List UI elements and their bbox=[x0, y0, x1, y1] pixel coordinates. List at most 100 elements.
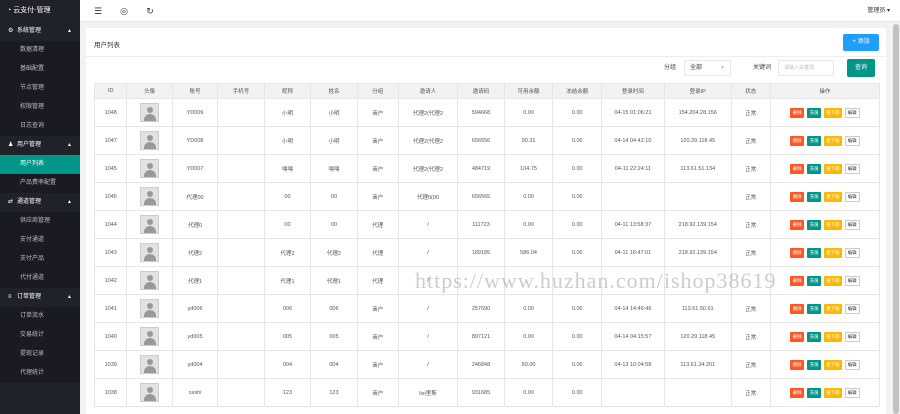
recharge-button[interactable]: 充值 bbox=[807, 163, 822, 174]
caret-up-icon: ▲ bbox=[67, 28, 72, 34]
edit-button[interactable]: 编辑 bbox=[844, 387, 860, 398]
delete-button[interactable]: 删除 bbox=[790, 219, 805, 230]
recharge-button[interactable]: 充值 bbox=[807, 331, 822, 342]
edit-button[interactable]: 编辑 bbox=[844, 135, 860, 146]
recharge-button[interactable]: 充值 bbox=[807, 387, 822, 398]
view-subordinates-button[interactable]: 查下级 bbox=[824, 275, 842, 286]
edit-button[interactable]: 编辑 bbox=[844, 219, 860, 230]
sidebar-item[interactable]: 产品费率配置 bbox=[0, 174, 80, 193]
table-row: 1048 YD009 小明 小明 商户 代理2(代理2 594668 0.00 0.00 04-1… bbox=[93, 98, 881, 127]
group-select[interactable]: 全部 ▼ bbox=[684, 60, 731, 76]
recharge-button[interactable]: 充值 bbox=[807, 275, 822, 286]
view-subordinates-button[interactable]: 查下级 bbox=[824, 331, 842, 342]
sidebar-item[interactable]: 节点管理 bbox=[0, 79, 80, 98]
nav-group-header[interactable]: ≡ 订单管理 ▲ bbox=[0, 288, 80, 307]
view-subordinates-button[interactable]: 查下级 bbox=[824, 219, 842, 230]
cell-group: 商户 bbox=[356, 154, 399, 183]
sidebar-item[interactable]: 日志查询 bbox=[0, 117, 80, 136]
recharge-button[interactable]: 充值 bbox=[807, 359, 822, 370]
delete-button[interactable]: 删除 bbox=[790, 275, 805, 286]
sidebar-item[interactable]: 订单流水 bbox=[0, 307, 80, 326]
view-subordinates-button[interactable]: 查下级 bbox=[824, 387, 842, 398]
sidebar-item[interactable]: 权限管理 bbox=[0, 98, 80, 117]
sidebar-item[interactable]: 数据清理 bbox=[0, 41, 80, 60]
cell-frozen: 0.00 bbox=[552, 294, 603, 323]
sidebar-item[interactable]: 提现记录 bbox=[0, 345, 80, 364]
avatar bbox=[140, 299, 160, 318]
cell-inviter: 代理2(代理2 bbox=[397, 126, 459, 155]
cell-group: 商户 bbox=[356, 378, 399, 407]
cell-avail: 50.00 bbox=[503, 350, 554, 379]
edit-button[interactable]: 编辑 bbox=[844, 191, 860, 202]
sidebar-item[interactable]: 用户列表 bbox=[0, 155, 80, 174]
nav-group-header[interactable]: ⚙ 系统管理 ▲ bbox=[0, 22, 80, 41]
delete-button[interactable]: 删除 bbox=[790, 191, 805, 202]
cell-nick: 代理2 bbox=[263, 238, 312, 267]
delete-button[interactable]: 删除 bbox=[790, 303, 805, 314]
keyword-label: 关键词 bbox=[753, 65, 772, 71]
delete-button[interactable]: 删除 bbox=[790, 331, 805, 342]
cell-login-time: 04-14 04:42:10 bbox=[601, 126, 665, 155]
recharge-button[interactable]: 充值 bbox=[807, 107, 822, 118]
sidebar-item[interactable]: 代付通道 bbox=[0, 269, 80, 288]
recharge-button[interactable]: 充值 bbox=[807, 303, 822, 314]
delete-button[interactable]: 删除 bbox=[790, 135, 805, 146]
delete-button[interactable]: 删除 bbox=[790, 387, 805, 398]
view-subordinates-button[interactable]: 查下级 bbox=[824, 107, 842, 118]
sidebar-item[interactable]: 交易统计 bbox=[0, 326, 80, 345]
refresh-icon[interactable]: ↻ bbox=[144, 5, 156, 17]
column-header: 状态 bbox=[730, 83, 771, 99]
sidebar-item[interactable]: 支付产品 bbox=[0, 250, 80, 269]
edit-button[interactable]: 编辑 bbox=[844, 303, 860, 314]
view-subordinates-button[interactable]: 查下级 bbox=[824, 163, 842, 174]
top-header: ☰ ◎ ↻ 管理员 ▾ bbox=[80, 0, 900, 22]
cell-nick: 005 bbox=[263, 322, 312, 351]
edit-button[interactable]: 编辑 bbox=[844, 275, 860, 286]
view-subordinates-button[interactable]: 查下级 bbox=[824, 247, 842, 258]
delete-button[interactable]: 删除 bbox=[790, 359, 805, 370]
admin-menu[interactable]: 管理员 ▾ bbox=[867, 0, 890, 22]
recharge-button[interactable]: 充值 bbox=[807, 135, 822, 146]
globe-icon[interactable]: ◎ bbox=[118, 5, 130, 17]
view-subordinates-button[interactable]: 查下级 bbox=[824, 135, 842, 146]
cell-phone bbox=[217, 378, 265, 407]
nav-group-label: 通道管理 bbox=[17, 199, 42, 205]
view-subordinates-button[interactable]: 查下级 bbox=[824, 303, 842, 314]
cell-avail: 0.00 bbox=[503, 98, 554, 127]
sidebar-item[interactable]: 基础配置 bbox=[0, 60, 80, 79]
edit-button[interactable]: 编辑 bbox=[844, 163, 860, 174]
cell-login-ip: 218.92.139.154 bbox=[663, 238, 732, 267]
cell-code: 257690 bbox=[457, 294, 505, 323]
menu-toggle-icon[interactable]: ☰ bbox=[92, 5, 104, 17]
recharge-button[interactable]: 充值 bbox=[807, 247, 822, 258]
edit-button[interactable]: 编辑 bbox=[844, 359, 860, 370]
caret-up-icon: ▲ bbox=[67, 199, 72, 205]
app-logo[interactable]: ◔ 云支付-管理 bbox=[0, 0, 80, 22]
view-subordinates-button[interactable]: 查下级 bbox=[824, 191, 842, 202]
edit-button[interactable]: 编辑 bbox=[844, 247, 860, 258]
nav-group-header[interactable]: ⇄ 通道管理 ▲ bbox=[0, 193, 80, 212]
scrollbar-thumb[interactable] bbox=[893, 24, 899, 414]
cell-code: 111723 bbox=[457, 210, 505, 239]
nav-group-header[interactable]: ♟ 用户管理 ▲ bbox=[0, 136, 80, 155]
search-button[interactable]: 查询 bbox=[847, 59, 875, 77]
sidebar-item[interactable]: 代理统计 bbox=[0, 364, 80, 383]
recharge-button[interactable]: 充值 bbox=[807, 219, 822, 230]
sidebar-item[interactable]: 供应商管理 bbox=[0, 212, 80, 231]
cell-ops: 删除 充值 查下级 编辑 bbox=[769, 98, 881, 127]
cell-name: 006 bbox=[310, 294, 358, 323]
cell-status: 正常 bbox=[730, 378, 771, 407]
view-subordinates-button[interactable]: 查下级 bbox=[824, 359, 842, 370]
delete-button[interactable]: 删除 bbox=[790, 163, 805, 174]
sidebar-item[interactable]: 支付通道 bbox=[0, 231, 80, 250]
add-user-button[interactable]: + 添加 bbox=[843, 34, 879, 51]
edit-button[interactable]: 编辑 bbox=[844, 107, 860, 118]
caret-up-icon: ▲ bbox=[67, 142, 72, 148]
keyword-input[interactable]: 请输入关键词 bbox=[778, 60, 834, 76]
recharge-button[interactable]: 充值 bbox=[807, 191, 822, 202]
delete-button[interactable]: 删除 bbox=[790, 107, 805, 118]
page-scrollbar[interactable] bbox=[892, 22, 900, 414]
delete-button[interactable]: 删除 bbox=[790, 247, 805, 258]
cell-account: yd006 bbox=[171, 294, 219, 323]
edit-button[interactable]: 编辑 bbox=[844, 331, 860, 342]
